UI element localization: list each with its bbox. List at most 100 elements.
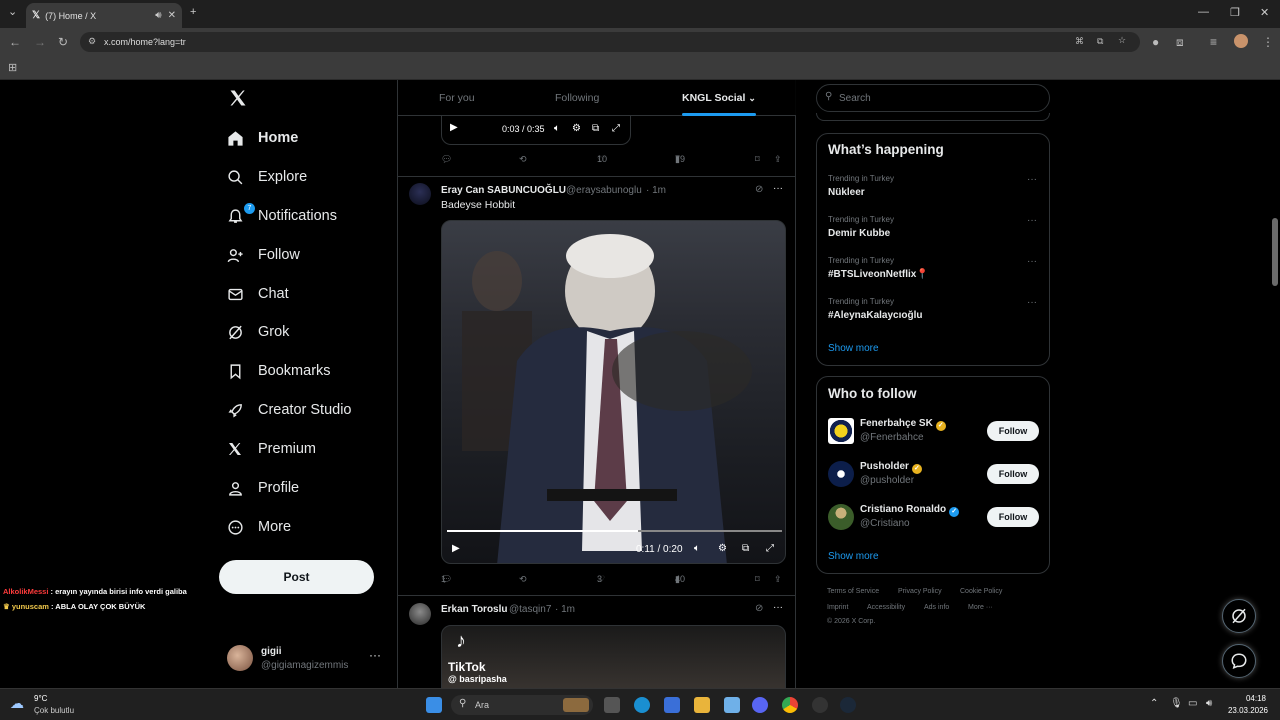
video-thumbnail[interactable]: ♪ TikTok @ basripasha [441, 625, 786, 688]
follow-button[interactable]: Follow [987, 421, 1039, 441]
retweet-icon[interactable]: ⟲ [519, 154, 527, 165]
back-icon[interactable]: ← [9, 35, 21, 49]
sidebar-item-bookmarks[interactable]: Bookmarks [226, 356, 331, 386]
sidebar-item-home[interactable]: Home [226, 123, 298, 153]
menu-icon[interactable]: ⋮ [1262, 35, 1274, 49]
more-dots-icon[interactable]: ··· [369, 648, 381, 662]
play-icon[interactable]: ▶ [452, 543, 460, 554]
profile-avatar[interactable] [1234, 34, 1248, 48]
more-dots-icon[interactable]: ··· [1027, 297, 1037, 308]
share-icon[interactable]: ⇪ [774, 154, 782, 165]
store-icon[interactable] [664, 697, 680, 713]
footer-link[interactable]: Imprint [827, 604, 848, 611]
sidebar-item-more[interactable]: More [226, 512, 291, 542]
taskbar-search[interactable]: ⚲ Ara [451, 695, 593, 715]
tweet-author-handle[interactable]: @tasqin7 [509, 604, 551, 615]
messages-fab-button[interactable] [1222, 644, 1256, 678]
file-explorer-icon[interactable] [694, 697, 710, 713]
show-more-link[interactable]: Show more [828, 551, 879, 562]
search-input[interactable]: ⚲ Search [816, 84, 1050, 112]
pip-icon[interactable]: ⧉ [742, 543, 749, 554]
tweet-time[interactable]: · 1m [555, 604, 575, 615]
page-scrollbar[interactable] [1272, 218, 1278, 286]
grok-icon[interactable]: ⊘ [755, 184, 763, 195]
post-button[interactable]: Post [219, 560, 374, 594]
grok-fab-button[interactable] [1222, 599, 1256, 633]
new-tab-icon[interactable]: + [190, 6, 196, 18]
tweet-author-handle[interactable]: @eraysabunoglu [566, 185, 642, 196]
footer-link[interactable]: Accessibility [867, 604, 905, 611]
settings-icon[interactable]: ⚙ [718, 543, 727, 554]
discord-icon[interactable] [752, 697, 768, 713]
show-more-link[interactable]: Show more [828, 343, 879, 354]
tab-for-you[interactable]: For you [439, 92, 475, 104]
volume-icon[interactable]: 🔈︎ [554, 123, 560, 134]
app-icon[interactable] [724, 697, 740, 713]
tab-search-icon[interactable]: ⌄ [8, 5, 17, 18]
account-switcher[interactable]: gigii @gigiamagizemmis ··· [226, 642, 386, 676]
more-dots-icon[interactable]: ··· [1027, 256, 1037, 267]
extension-icon[interactable]: ● [1152, 35, 1159, 49]
bookmark-icon[interactable]: ⌑ [755, 154, 760, 165]
x-logo-icon[interactable] [228, 88, 248, 108]
speaker-icon[interactable]: 🔊︎ [155, 10, 161, 21]
avatar[interactable] [828, 461, 854, 487]
bookmark-star-icon[interactable]: ☆ [1118, 35, 1126, 46]
footer-link[interactable]: Ads info [924, 604, 949, 611]
follow-button[interactable]: Follow [987, 507, 1039, 527]
volume-icon[interactable]: 🔈︎ [694, 543, 700, 554]
share-icon[interactable]: ⇪ [774, 574, 782, 585]
reply-icon[interactable]: 💬︎ [441, 154, 452, 165]
cast-icon[interactable]: ⧉ [1097, 36, 1103, 47]
minimize-icon[interactable]: — [1198, 6, 1209, 18]
pip-icon[interactable]: ⧉ [592, 123, 599, 134]
more-dots-icon[interactable]: ··· [773, 183, 783, 194]
trend-name[interactable]: Demir Kubbe [828, 228, 890, 239]
avatar[interactable] [828, 504, 854, 530]
grok-icon[interactable]: ⊘ [755, 603, 763, 614]
clock-date[interactable]: 23.03.2026 [1222, 706, 1268, 715]
sidebar-item-profile[interactable]: Profile [226, 473, 299, 503]
more-dots-icon[interactable]: ··· [1027, 174, 1037, 185]
settings-icon[interactable]: ⚙ [572, 123, 581, 134]
sidebar-item-explore[interactable]: Explore [226, 162, 307, 192]
tweet-author-name[interactable]: Eray Can SABUNCUOĞLU [441, 185, 566, 196]
trend-name[interactable]: #BTSLiveonNetflix📍 [828, 269, 929, 280]
chevron-up-icon[interactable]: ⌃ [1150, 698, 1158, 709]
sidebar-item-notifications[interactable]: 7 Notifications [226, 201, 337, 231]
network-icon[interactable]: ▭ [1188, 698, 1197, 709]
reading-list-icon[interactable]: ≡ [1210, 35, 1217, 49]
reload-icon[interactable]: ↻ [58, 35, 68, 49]
apps-icon[interactable]: ⊞ [8, 61, 17, 74]
trend-name[interactable]: #AleynaKalaycıoğlu [828, 310, 922, 321]
close-tab-icon[interactable]: ✕ [168, 10, 176, 21]
app-icon[interactable] [812, 697, 828, 713]
steam-icon[interactable] [840, 697, 856, 713]
more-dots-icon[interactable]: ··· [773, 602, 783, 613]
follow-suggestion-name[interactable]: Pusholder ✓ [860, 461, 922, 474]
tab-kngl-social[interactable]: KNGL Social ⌄ [682, 92, 756, 104]
fullscreen-icon[interactable]: ⤢ [766, 543, 774, 554]
avatar[interactable] [409, 603, 431, 625]
volume-icon[interactable]: 🔊︎ [1206, 698, 1212, 709]
retweet-icon[interactable]: ⟲ [519, 574, 527, 585]
sidebar-item-follow[interactable]: Follow [226, 240, 300, 270]
url-field[interactable]: ⚙ x.com/home?lang=tr ⌘ ⧉ ☆ [80, 32, 1140, 52]
avatar[interactable] [828, 418, 854, 444]
edge-icon[interactable] [634, 697, 650, 713]
footer-link[interactable]: Privacy Policy [898, 588, 942, 595]
fullscreen-icon[interactable]: ⤢ [612, 123, 620, 134]
site-info-icon[interactable]: ⚙ [88, 36, 96, 47]
bookmark-icon[interactable]: ⌑ [755, 574, 760, 585]
follow-suggestion-name[interactable]: Fenerbahçe SK ✓ [860, 418, 946, 431]
video-player[interactable]: ▶ 0:11 / 0:20 🔈︎ ⚙ ⧉ ⤢ [441, 220, 786, 564]
sidebar-item-creator-studio[interactable]: Creator Studio [226, 395, 352, 425]
close-window-icon[interactable]: ✕ [1260, 6, 1269, 19]
more-dots-icon[interactable]: ··· [1027, 215, 1037, 226]
tweet-time[interactable]: · 1m [646, 185, 666, 196]
follow-suggestion-name[interactable]: Cristiano Ronaldo ✓ [860, 504, 960, 517]
forward-icon[interactable]: → [34, 35, 46, 49]
browser-tab[interactable]: 𝕏 (7) Home / X 🔊︎ ✕ [26, 3, 182, 28]
avatar[interactable] [409, 183, 431, 205]
task-view-icon[interactable] [604, 697, 620, 713]
